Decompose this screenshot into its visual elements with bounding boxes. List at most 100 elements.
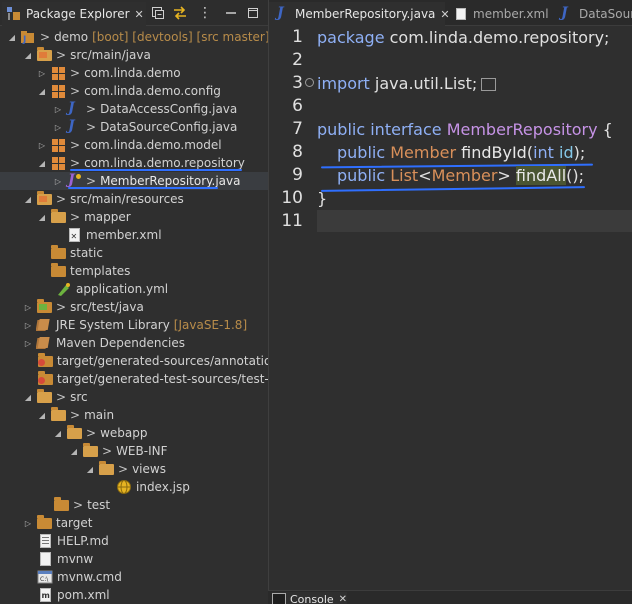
tree-item-src[interactable]: ◢ > src — [0, 388, 268, 406]
tree-item-templates[interactable]: templates — [0, 262, 268, 280]
tree-item-static[interactable]: static — [0, 244, 268, 262]
tab-label: MemberRepository.java — [295, 7, 436, 21]
code-area[interactable]: 1 2 3 6 7 8 9 10 11 package com.linda.de… — [269, 26, 632, 590]
tree-item-datasourceconfig[interactable]: ▷ J > DataSourceConfig.java — [0, 118, 268, 136]
expanded-arrow-icon[interactable]: ◢ — [85, 464, 95, 474]
expanded-arrow-icon[interactable]: ◢ — [69, 446, 79, 456]
expanded-arrow-icon[interactable]: ◢ — [23, 50, 33, 60]
folder-icon — [82, 442, 98, 459]
tree-item-com-linda-demo-config[interactable]: ◢ > com.linda.demo.config — [0, 82, 268, 100]
tab-datasourceconfig[interactable]: J DataSour — [555, 2, 632, 26]
line-number: 1 — [292, 27, 303, 47]
folded-code-icon[interactable] — [481, 78, 496, 91]
tree-item-label: MemberRepository.java — [100, 174, 241, 188]
tree-item-decoration: [JavaSE-1.8] — [173, 318, 248, 332]
tree-item-maven-dependencies[interactable]: ▷ Maven Dependencies — [0, 334, 268, 352]
collapsed-arrow-icon[interactable]: ▷ — [23, 338, 33, 348]
tab-console-label: Console — [290, 592, 334, 604]
tree-item-label: member.xml — [86, 228, 162, 242]
line-number: 11 — [281, 211, 303, 231]
expanded-arrow-icon[interactable]: ◢ — [7, 32, 17, 42]
line-number: 10 — [281, 188, 303, 208]
tree-item-mvnw[interactable]: mvnw — [0, 550, 268, 568]
expanded-arrow-icon[interactable]: ◢ — [37, 212, 47, 222]
tab-label: DataSour — [579, 7, 632, 21]
tree-item-test[interactable]: > test — [0, 496, 268, 514]
tree-item-generated-sources[interactable]: target/generated-sources/annotations — [0, 352, 268, 370]
import-name: java.util.List; — [369, 74, 478, 93]
tree-item-index-jsp[interactable]: index.jsp — [0, 478, 268, 496]
tree-item-label: JRE System Library — [56, 318, 170, 332]
line-number: 6 — [292, 96, 303, 116]
tree-item-dataaccessconfig[interactable]: ▷ J > DataAccessConfig.java — [0, 100, 268, 118]
folder-icon — [50, 244, 66, 261]
tab-member-xml[interactable]: member.xml — [447, 2, 551, 26]
tab-package-explorer[interactable]: Package Explorer ✕ — [2, 2, 146, 26]
expanded-arrow-icon[interactable]: ◢ — [53, 428, 63, 438]
tree-item-jre-system-library[interactable]: ▷ JRE System Library [JavaSE-1.8] — [0, 316, 268, 334]
collapsed-arrow-icon[interactable]: ▷ — [53, 104, 63, 114]
tree-item-generated-test-sources[interactable]: target/generated-test-sources/test-ann — [0, 370, 268, 388]
maximize-button[interactable] — [244, 4, 262, 22]
tree-item-com-linda-demo[interactable]: ▷ > com.linda.demo — [0, 64, 268, 82]
expanded-arrow-icon[interactable]: ◢ — [23, 392, 33, 402]
tree-item-main[interactable]: ◢ > main — [0, 406, 268, 424]
package-explorer-tabbar: Package Explorer ✕ ⋮ — [0, 0, 268, 26]
tree-item-web-inf[interactable]: ◢ > WEB-INF — [0, 442, 268, 460]
line-number: 7 — [292, 119, 303, 139]
fold-expand-icon[interactable] — [305, 78, 314, 87]
yml-file-icon — [56, 281, 72, 297]
collapse-all-button[interactable] — [149, 4, 167, 22]
view-menu-button[interactable]: ⋮ — [196, 4, 214, 22]
tree-item-src-test-java[interactable]: ▷ > src/test/java — [0, 298, 268, 316]
tab-memberrepository-java[interactable]: J MemberRepository.java ✕ — [269, 2, 450, 26]
tree-item-views[interactable]: ◢ > views — [0, 460, 268, 478]
tree-item-help-md[interactable]: HELP.md — [0, 532, 268, 550]
tree-item-label: main — [84, 408, 115, 422]
tree-item-src-main-java[interactable]: ◢ > src/main/java — [0, 46, 268, 64]
editor-tabbar: J MemberRepository.java ✕ member.xml J D… — [269, 0, 632, 26]
expanded-arrow-icon[interactable]: ◢ — [37, 86, 47, 96]
keyword: package — [317, 28, 385, 47]
link-with-editor-button[interactable] — [171, 4, 189, 22]
collapsed-arrow-icon[interactable]: ▷ — [23, 302, 33, 312]
param-type: int — [533, 143, 554, 162]
close-icon[interactable]: ✕ — [339, 594, 347, 604]
tree-item-label: static — [70, 246, 103, 260]
collapsed-arrow-icon[interactable]: ▷ — [23, 518, 33, 528]
tree-item-webapp[interactable]: ◢ > webapp — [0, 424, 268, 442]
tree-item-pom-xml[interactable]: m pom.xml — [0, 586, 268, 604]
collapsed-arrow-icon[interactable]: ▷ — [23, 320, 33, 330]
collapsed-arrow-icon[interactable]: ▷ — [37, 68, 47, 78]
line-number: 3 — [292, 73, 303, 93]
tree-item-target[interactable]: ▷ target — [0, 514, 268, 532]
folder-icon — [50, 208, 66, 225]
generated-folder-icon — [37, 352, 53, 369]
tree-item-label: src/test/java — [70, 300, 144, 314]
jsp-file-icon — [116, 479, 132, 495]
tab-console[interactable]: Console ✕ — [272, 592, 348, 604]
expanded-arrow-icon[interactable]: ◢ — [23, 194, 33, 204]
tree-item-com-linda-demo-model[interactable]: ▷ > com.linda.demo.model — [0, 136, 268, 154]
collapsed-arrow-icon[interactable]: ▷ — [37, 140, 47, 150]
keyword: public — [317, 120, 366, 139]
expanded-arrow-icon[interactable]: ◢ — [37, 410, 47, 420]
tree-item-label: pom.xml — [57, 588, 110, 602]
close-icon[interactable]: ✕ — [135, 8, 144, 21]
tree-item-member-xml[interactable]: ✕ member.xml — [0, 226, 268, 244]
package-explorer-icon — [6, 6, 22, 22]
tree-item-label: DataAccessConfig.java — [100, 102, 238, 116]
tab-package-explorer-label: Package Explorer — [26, 7, 130, 21]
xml-file-icon: m — [37, 587, 53, 603]
expanded-arrow-icon[interactable]: ◢ — [37, 158, 47, 168]
collapsed-arrow-icon[interactable]: ▷ — [53, 176, 63, 186]
tree-item-src-main-resources[interactable]: ◢ > src/main/resources — [0, 190, 268, 208]
tree-item-demo[interactable]: ◢ J > demo [boot] [devtools] [src master… — [0, 28, 268, 46]
tree-item-mapper[interactable]: ◢ > mapper — [0, 208, 268, 226]
tree-item-application-yml[interactable]: application.yml — [0, 280, 268, 298]
bottom-panel-tabbar: Console ✕ — [268, 590, 632, 604]
tree-item-mvnw-cmd[interactable]: C:\ mvnw.cmd — [0, 568, 268, 586]
collapsed-arrow-icon[interactable]: ▷ — [53, 122, 63, 132]
minimize-button[interactable] — [222, 4, 240, 22]
keyword: public — [337, 143, 386, 162]
